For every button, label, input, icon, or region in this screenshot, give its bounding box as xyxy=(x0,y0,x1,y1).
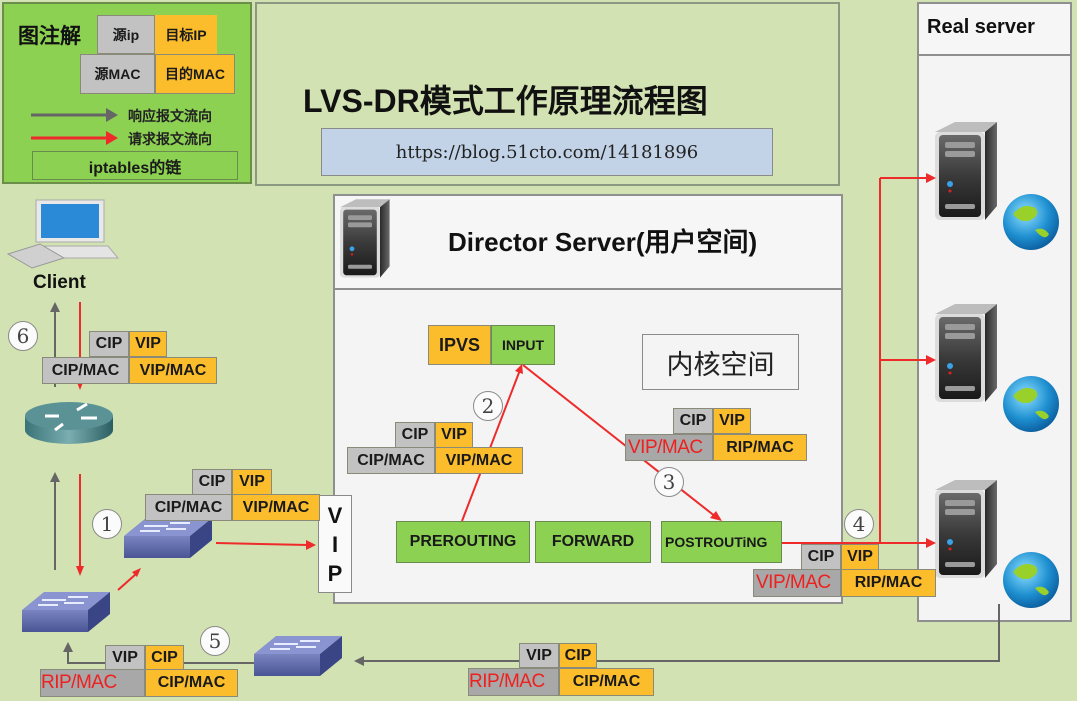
step-6: 6 xyxy=(8,321,38,351)
packet-dst-mac: VIP/MAC xyxy=(129,357,217,384)
packet-dst-ip: VIP xyxy=(841,544,879,570)
packet-dst-ip: CIP xyxy=(145,645,184,670)
packet-src-mac: VIP/MAC xyxy=(625,434,713,461)
real-server-icon-2 xyxy=(935,304,1059,432)
packet-src-ip: VIP xyxy=(519,643,559,668)
packet-src-mac: RIP/MAC xyxy=(468,668,559,696)
step-1: 1 xyxy=(92,509,122,539)
step-2: 2 xyxy=(473,391,503,421)
packet-dst-mac: CIP/MAC xyxy=(145,669,238,697)
packet-dst-mac: VIP/MAC xyxy=(232,494,320,521)
packet-dst-mac: VIP/MAC xyxy=(435,447,523,474)
switch-icon-left xyxy=(21,591,111,633)
packet-dst-mac: RIP/MAC xyxy=(713,434,807,461)
packet-dst-mac: RIP/MAC xyxy=(841,569,936,597)
step-3: 3 xyxy=(654,467,684,497)
packet-src-mac: CIP/MAC xyxy=(347,447,435,474)
client-label: Client xyxy=(33,272,86,293)
packet-src-mac: CIP/MAC xyxy=(145,494,232,521)
packet-dst-mac: CIP/MAC xyxy=(559,668,654,696)
switch-icon-mid xyxy=(123,517,213,559)
packet-src-ip: CIP xyxy=(89,331,129,357)
response-arrow-realserver-switch xyxy=(362,604,1000,662)
packet-src-ip: CIP xyxy=(801,544,841,570)
request-arrow-postrouting-realservers xyxy=(782,178,881,544)
packet-src-ip: CIP xyxy=(192,469,232,495)
step-5: 5 xyxy=(200,626,230,656)
router-icon xyxy=(25,402,113,444)
packet-dst-ip: CIP xyxy=(559,643,597,668)
packet-dst-ip: VIP xyxy=(129,331,167,357)
packet-src-mac: VIP/MAC xyxy=(753,569,841,597)
packet-dst-ip: VIP xyxy=(232,469,272,495)
packet-src-ip: CIP xyxy=(673,408,713,434)
request-arrow-switch-vip xyxy=(215,542,309,546)
packet-dst-ip: VIP xyxy=(713,408,751,434)
client-computer-icon xyxy=(6,199,120,269)
switch-icon-bottom xyxy=(253,635,343,677)
packet-dst-ip: VIP xyxy=(435,422,473,448)
step-4: 4 xyxy=(844,509,874,539)
packet-src-ip: VIP xyxy=(105,645,145,670)
real-server-icon-3 xyxy=(935,480,1059,608)
packet-src-mac: CIP/MAC xyxy=(42,357,129,384)
director-server-icon xyxy=(340,199,390,278)
packet-src-ip: CIP xyxy=(395,422,435,448)
request-arrow-switch-switch xyxy=(117,573,137,591)
packet-src-mac: RIP/MAC xyxy=(40,669,145,697)
real-server-icon-1 xyxy=(935,122,1059,250)
